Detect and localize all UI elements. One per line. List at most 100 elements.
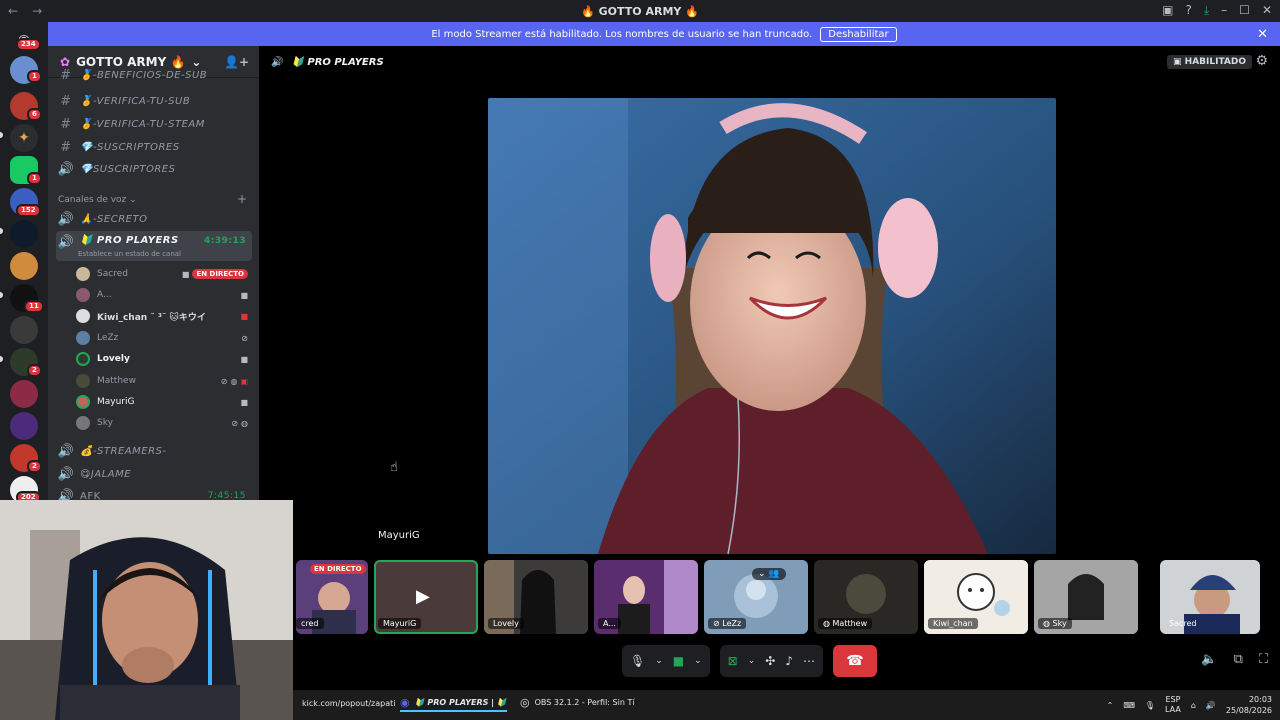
participant-tile[interactable]: Kiwi_chan — [924, 560, 1028, 634]
screen-share-icon[interactable]: ⊠ — [728, 654, 738, 668]
user-name: Matthew — [97, 376, 136, 386]
chevron-down-icon[interactable]: ⌄ — [694, 656, 702, 666]
inbox-icon[interactable]: ▣ — [1162, 3, 1173, 18]
voice-channel-secreto[interactable]: 🔊 🙏-SECRETO — [56, 208, 252, 230]
clock[interactable]: 20:03 25/08/2026 — [1226, 694, 1272, 716]
voice-category[interactable]: Canales de voz ⌄ — [58, 195, 137, 205]
add-member-icon[interactable]: 👤+ — [224, 55, 249, 69]
channel-name: -BENEFICIOS-DE-SUB — [92, 69, 208, 81]
unread-indicator — [0, 132, 3, 138]
participant-tile[interactable]: ◍ Matthew — [814, 560, 918, 634]
maximize-icon[interactable]: ☐ — [1239, 3, 1250, 18]
chevron-down-icon[interactable]: ⌄ — [655, 656, 663, 666]
channel-item[interactable]: 🔊 💎 SUSCRIPTORES — [56, 158, 252, 180]
camera-icon[interactable]: ■ — [673, 654, 684, 668]
language-indicator[interactable]: ESP LAA — [1165, 695, 1181, 715]
avatar — [76, 374, 90, 388]
voice-user[interactable]: Sky ⊘ ◍ — [76, 413, 252, 433]
camera-icon: ■ — [181, 269, 190, 279]
taskbar-item-discord[interactable]: ◉ 🔰 PRO PLAYERS | 🔰 — [400, 696, 507, 712]
settings-icon[interactable]: ⚙ — [1255, 53, 1268, 69]
keyboard-icon[interactable]: ⌨ — [1123, 701, 1135, 710]
taskbar-item-browser[interactable]: kick.com/popout/zapati — [302, 699, 396, 708]
close-icon[interactable]: ✕ — [1262, 3, 1272, 18]
soundboard-icon[interactable]: ♪ — [785, 654, 793, 668]
user-name: Lovely — [97, 354, 130, 364]
voice-channel-icon: 🔊 — [271, 56, 284, 68]
channel-item[interactable]: # 💎 -SUSCRIPTORES — [56, 136, 252, 158]
voice-channel-icon: 🔊 — [57, 466, 75, 482]
voice-user[interactable]: LeZz ⊘ — [76, 328, 252, 348]
channel-item[interactable]: # 🏅 -VERIFICA-TU-STEAM — [56, 113, 252, 135]
channel-name: 🙏-SECRETO — [80, 213, 148, 225]
channel-name: -VERIFICA-TU-SUB — [92, 95, 191, 107]
disable-streamer-mode-button[interactable]: Deshabilitar — [820, 26, 897, 42]
hangup-button[interactable]: ☎ — [833, 645, 878, 677]
participant-tile[interactable]: ◍ Sky — [1034, 560, 1138, 634]
user-name: Sky — [97, 418, 113, 428]
window-title: 🔥 GOTTO ARMY 🔥 — [581, 4, 699, 18]
voice-channel-pro-players[interactable]: 🔊 🔰 PRO PLAYERS 4:39:13 Establece un est… — [56, 231, 252, 261]
microphone-icon[interactable]: 🎙 — [1145, 701, 1155, 710]
channel-name: 💰-STREAMERS- — [80, 445, 167, 457]
camera-icon: ▶ — [416, 586, 430, 607]
voice-user[interactable]: A... ■ — [76, 285, 252, 305]
channel-item[interactable]: # 🏅 -BENEFICIOS-DE-SUB — [56, 68, 252, 82]
avatar — [76, 395, 90, 409]
server-icon[interactable] — [10, 412, 38, 440]
voice-user[interactable]: MayuriG ■ — [76, 392, 252, 412]
home-badge: 234 — [16, 38, 41, 51]
voice-user[interactable]: Matthew ⊘ ◍ ▣ — [76, 371, 252, 391]
focused-video-stream[interactable] — [488, 98, 1056, 554]
voice-user[interactable]: Kiwi_chan ˘ ³˘ 🐱キウイ ■ — [76, 306, 252, 326]
participant-tile[interactable]: EN DIRECTO cred — [296, 560, 368, 634]
user-name: MayuriG — [97, 397, 135, 407]
mic-muted-icon: ⊘ — [241, 333, 248, 343]
voice-channel-streamers[interactable]: 🔊 💰-STREAMERS- — [56, 440, 252, 462]
fullscreen-icon[interactable]: ⛶ — [1259, 652, 1268, 667]
network-icon[interactable]: ⌂ — [1191, 701, 1196, 710]
avatar — [76, 288, 90, 302]
streamer-mode-badge[interactable]: ▣ HABILITADO — [1167, 55, 1252, 69]
server-icon[interactable] — [10, 220, 38, 248]
server-icon[interactable] — [10, 380, 38, 408]
create-channel-icon[interactable]: + — [237, 192, 247, 206]
help-icon[interactable]: ? — [1185, 3, 1191, 18]
chevron-down-icon[interactable]: ⌄ — [748, 656, 756, 666]
channel-status-hint[interactable]: Establece un estado de canal — [78, 250, 181, 258]
text-channel-icon: # — [60, 139, 72, 155]
channel-item[interactable]: # 🏅 -VERIFICA-TU-SUB — [56, 90, 252, 112]
voice-channel-jalame[interactable]: 🔊 😋JALAME — [56, 463, 252, 485]
server-icon[interactable]: ✦ — [10, 124, 38, 152]
volume-icon[interactable]: 🔈 — [1201, 652, 1217, 667]
participant-tile[interactable]: A... — [594, 560, 698, 634]
voice-user[interactable]: Lovely ■ — [76, 349, 252, 369]
camera-icon: ■ — [240, 354, 248, 364]
minimize-icon[interactable]: – — [1221, 3, 1227, 18]
view-controls: 🔈 ⧉ ⛶ — [1201, 652, 1268, 667]
participant-tile[interactable]: Sacred — [1160, 560, 1260, 634]
channel-prefix: 🏅 — [80, 118, 93, 130]
server-icon[interactable] — [10, 316, 38, 344]
close-icon[interactable]: ✕ — [1257, 27, 1268, 42]
voice-user[interactable]: Sacred ■ EN DIRECTO — [76, 264, 252, 284]
more-icon[interactable]: ⋯ — [803, 654, 815, 668]
server-icon[interactable] — [10, 252, 38, 280]
popout-icon[interactable]: ⧉ — [1234, 652, 1243, 667]
activities-icon[interactable]: ✣ — [765, 654, 775, 668]
volume-icon[interactable]: 🔊 — [1206, 701, 1216, 710]
participant-tile[interactable]: ▶ MayuriG — [374, 560, 478, 634]
microphone-icon[interactable]: 🎙 — [630, 654, 645, 668]
streamer-mode-banner: El modo Streamer está habilitado. Los no… — [48, 22, 1280, 46]
server-badge: 1 — [27, 172, 42, 185]
chevron-up-icon[interactable]: ⌃ — [1107, 701, 1114, 710]
participant-tile[interactable]: ⌄ 👥 ⊘ LeZz — [704, 560, 808, 634]
server-badge: 11 — [24, 300, 44, 313]
server-badge: 1 — [27, 70, 42, 83]
participant-tile[interactable]: Lovely — [484, 560, 588, 634]
mic-muted-icon: ⊘ — [713, 619, 723, 628]
tile-actions[interactable]: ⌄ 👥 — [752, 568, 786, 580]
download-icon[interactable]: ⤓ — [1204, 3, 1209, 18]
taskbar-item-obs[interactable]: ◎ OBS 32.1.2 - Perfil: Sin Tí — [520, 696, 635, 709]
call-controls: 🎙 ⌄ ■ ⌄ ⊠ ⌄ ✣ ♪ ⋯ ☎ — [622, 644, 878, 678]
